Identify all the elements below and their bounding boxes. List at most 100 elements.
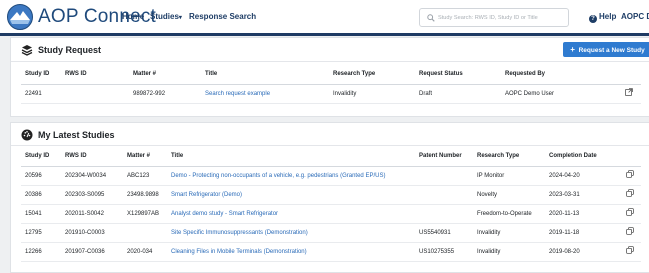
title-cell: Analyst demo study - Smart Refrigerator: [167, 204, 415, 224]
action-cell: [619, 223, 641, 243]
title-cell: Demo - Protecting non-occupants of a veh…: [167, 166, 415, 186]
latest-studies-card: My Latest Studies Study ID RWS ID Matter…: [10, 122, 649, 273]
title-cell: Site Specific Immunosuppressants (Demons…: [167, 223, 415, 243]
column-header: Title: [167, 147, 415, 167]
column-header-actions: [619, 147, 641, 167]
column-header-actions: [617, 65, 641, 85]
research-type-cell: IP Monitor: [473, 166, 545, 186]
question-circle-icon: ?: [589, 15, 597, 23]
patent-number-cell: US10275355: [415, 242, 473, 262]
dashboard-icon: [21, 129, 33, 141]
research-type-cell: Novelty: [473, 185, 545, 205]
matter-cell: 2020-034: [123, 242, 167, 262]
study-request-title: Study Request: [38, 45, 102, 55]
latest-studies-table: Study ID RWS ID Matter # Title Patent Nu…: [21, 147, 641, 262]
request-new-study-button[interactable]: + Request a New Study: [563, 42, 649, 57]
request-new-study-label: Request a New Study: [578, 47, 645, 54]
matter-cell: 23498.9898: [123, 185, 167, 205]
study-id-cell: 15041: [21, 204, 61, 224]
table-row: 22491 989872-992 Search request example …: [21, 84, 641, 104]
matter-cell: X129897AB: [123, 204, 167, 224]
action-cell: [619, 185, 641, 205]
study-title-link[interactable]: Smart Refrigerator (Demo): [171, 192, 242, 198]
latest-studies-title: My Latest Studies: [38, 130, 115, 140]
table-header-row: Study ID RWS ID Matter # Title Patent Nu…: [21, 147, 641, 167]
matter-cell: [123, 223, 167, 243]
plus-icon: +: [570, 45, 575, 54]
study-id-cell: 12795: [21, 223, 61, 243]
user-menu-label: AOPC Demo: [621, 12, 649, 21]
completion-date-cell: 2019-11-18: [545, 223, 619, 243]
study-title-link[interactable]: Analyst demo study - Smart Refrigerator: [171, 211, 278, 217]
latest-studies-header: My Latest Studies: [21, 129, 115, 141]
table-row: 15041 202011-S0042 X129897AB Analyst dem…: [21, 204, 641, 224]
action-cell: [619, 204, 641, 224]
patent-number-cell: [415, 204, 473, 224]
top-navbar: AOP Connect Home Studies▾ Response Searc…: [0, 0, 649, 36]
column-header: Matter #: [129, 65, 201, 85]
study-title-link[interactable]: Search request example: [205, 91, 270, 97]
copy-icon[interactable]: [624, 226, 637, 239]
study-request-table: Study ID RWS ID Matter # Title Research …: [21, 65, 641, 104]
caret-down-icon: ▾: [178, 15, 182, 21]
nav-studies-label: Studies: [150, 12, 179, 21]
column-header: RWS ID: [61, 147, 123, 167]
study-search-input[interactable]: [438, 10, 566, 25]
request-status-cell: Draft: [415, 84, 501, 104]
study-id-cell: 20596: [21, 166, 61, 186]
study-title-link[interactable]: Cleaning Files in Mobile Terminals (Demo…: [171, 249, 307, 255]
aop-logo-icon[interactable]: [6, 3, 34, 31]
rws-id-cell: [61, 84, 129, 104]
study-id-cell: 22491: [21, 84, 61, 104]
completion-date-cell: 2020-11-13: [545, 204, 619, 224]
nav-home-link[interactable]: Home: [122, 12, 144, 21]
patent-number-cell: US5540931: [415, 223, 473, 243]
completion-date-cell: 2024-04-20: [545, 166, 619, 186]
table-row: 12266 201907-C0036 2020-034 Cleaning Fil…: [21, 242, 641, 262]
layers-icon: [21, 45, 33, 56]
copy-icon[interactable]: [624, 188, 637, 201]
table-row: 20386 202303-S0095 23498.9898 Smart Refr…: [21, 185, 641, 205]
column-header: Research Type: [329, 65, 415, 85]
column-header: Requested By: [501, 65, 617, 85]
title-cell: Cleaning Files in Mobile Terminals (Demo…: [167, 242, 415, 262]
copy-icon[interactable]: [624, 169, 637, 182]
action-cell: [619, 166, 641, 186]
column-header: Completion Date: [545, 147, 619, 167]
column-header: Study ID: [21, 65, 61, 85]
rws-id-cell: 201910-C0003: [61, 223, 123, 243]
help-link[interactable]: ? Help: [589, 12, 616, 23]
column-header: Matter #: [123, 147, 167, 167]
nav-response-search-link[interactable]: Response Search: [189, 12, 256, 21]
card-divider: [11, 61, 649, 62]
study-id-cell: 20386: [21, 185, 61, 205]
research-type-cell: Invalidity: [329, 84, 415, 104]
requested-by-cell: AOPC Demo User: [501, 84, 617, 104]
research-type-cell: Invalidity: [473, 242, 545, 262]
user-menu-dropdown[interactable]: AOPC Demo▾: [621, 12, 649, 21]
rws-id-cell: 202303-S0095: [61, 185, 123, 205]
completion-date-cell: 2023-03-31: [545, 185, 619, 205]
column-header: Title: [201, 65, 329, 85]
study-request-card: Study Request + Request a New Study Stud…: [10, 37, 649, 117]
title-cell: Search request example: [201, 84, 329, 104]
study-search-box[interactable]: [419, 8, 569, 27]
action-cell: [619, 242, 641, 262]
column-header: RWS ID: [61, 65, 129, 85]
copy-icon[interactable]: [624, 207, 637, 220]
column-header: Patent Number: [415, 147, 473, 167]
action-cell: [617, 84, 641, 104]
table-row: 12795 201910-C0003 Site Specific Immunos…: [21, 223, 641, 243]
research-type-cell: Invalidity: [473, 223, 545, 243]
matter-cell: ABC123: [123, 166, 167, 186]
study-title-link[interactable]: Demo - Protecting non-occupants of a veh…: [171, 173, 385, 179]
nav-studies-dropdown[interactable]: Studies▾: [150, 12, 182, 21]
copy-icon[interactable]: [624, 245, 637, 258]
column-header: Request Status: [415, 65, 501, 85]
table-row: 20596 202304-W0034 ABC123 Demo - Protect…: [21, 166, 641, 186]
study-title-link[interactable]: Site Specific Immunosuppressants (Demons…: [171, 230, 308, 236]
search-icon: [427, 14, 435, 22]
external-link-icon[interactable]: [623, 87, 636, 100]
column-header: Study ID: [21, 147, 61, 167]
research-type-cell: Freedom-to-Operate: [473, 204, 545, 224]
